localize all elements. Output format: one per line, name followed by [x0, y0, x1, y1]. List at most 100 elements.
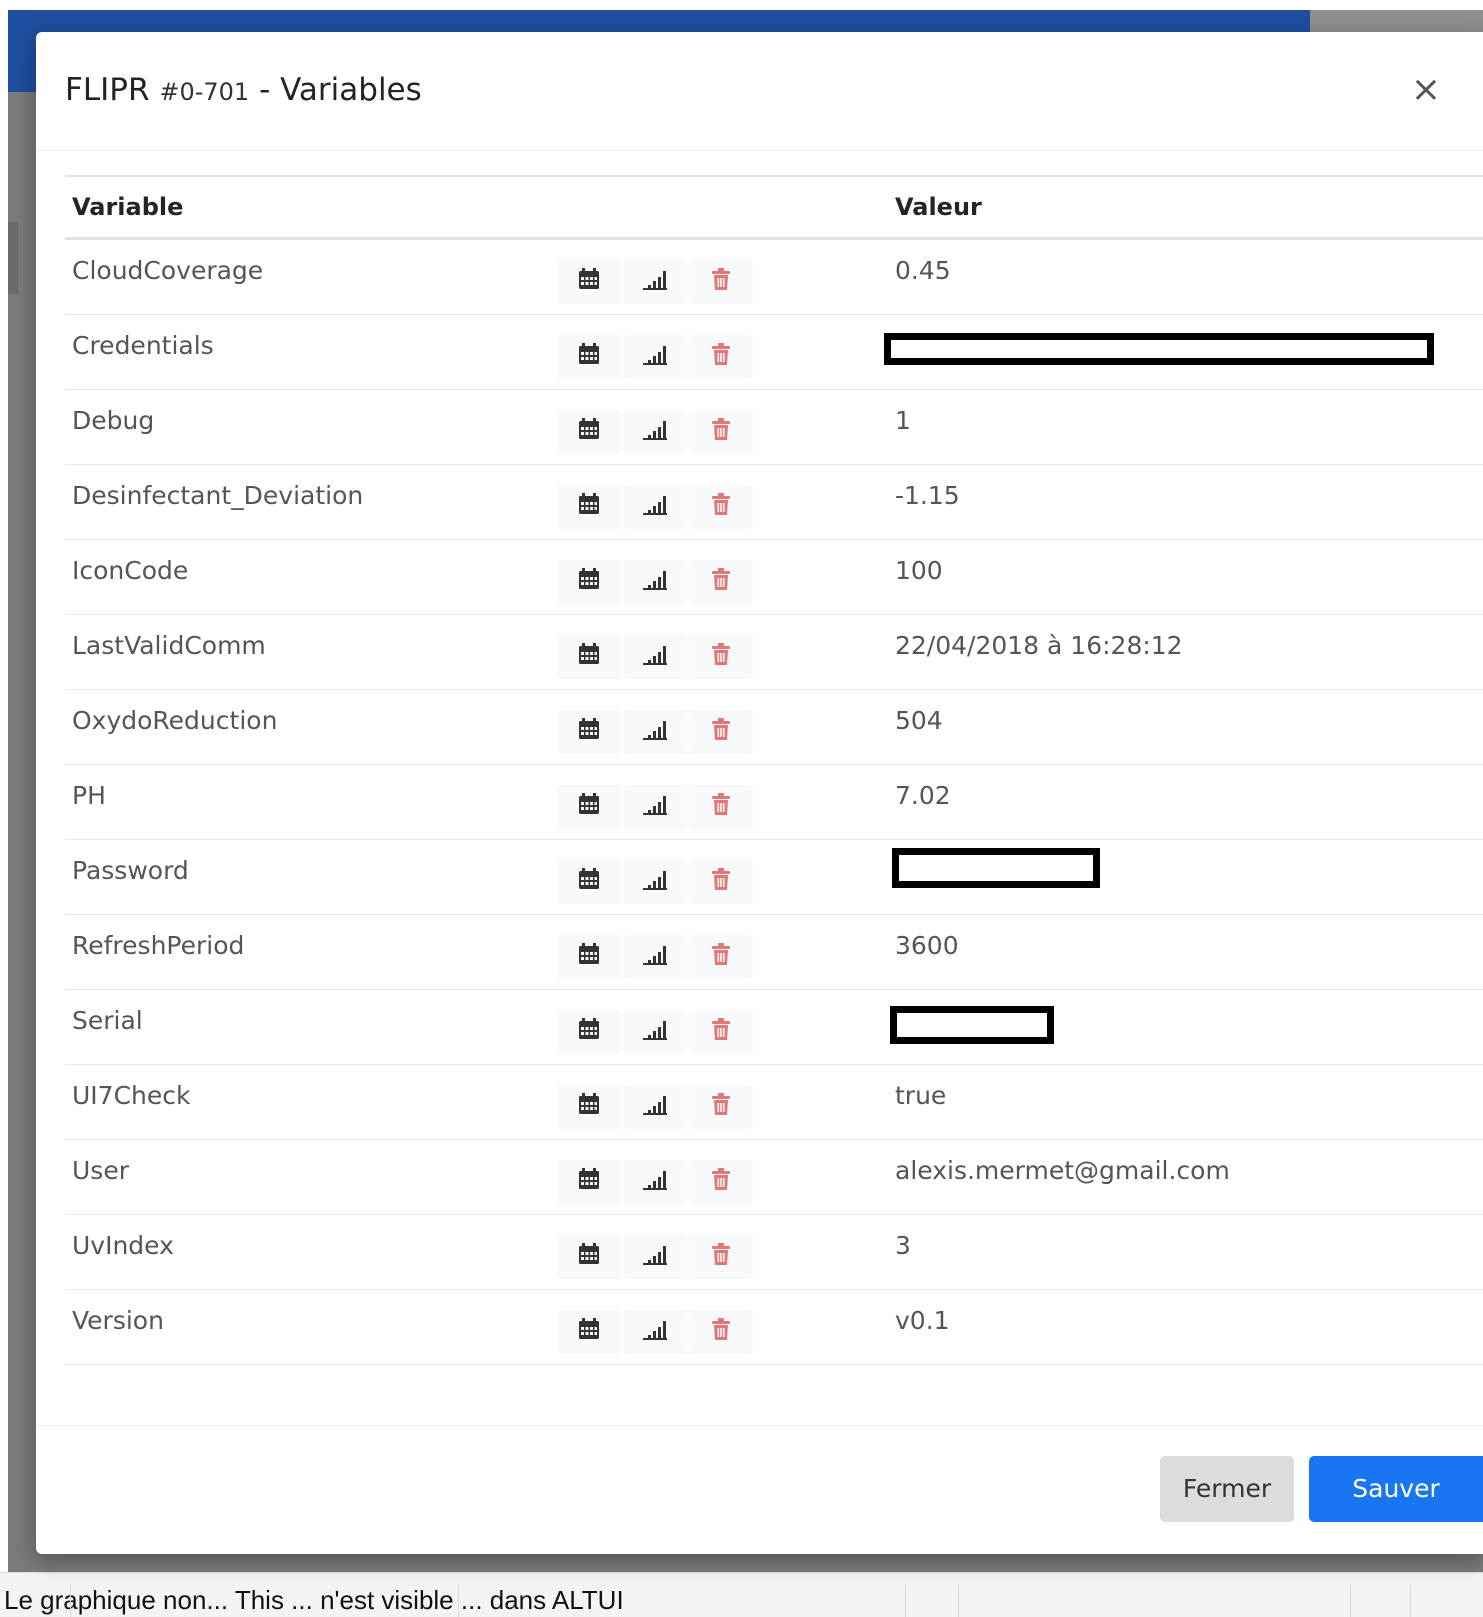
history-button[interactable] — [557, 560, 621, 604]
table-row: LastValidComm 22/04/2018 à 16:28:12 — [65, 614, 1483, 690]
trash-icon — [711, 342, 731, 372]
header-actions — [552, 175, 888, 240]
graph-button[interactable] — [623, 260, 687, 304]
graph-button[interactable] — [623, 860, 687, 904]
chart-icon — [642, 643, 668, 672]
variable-name: Version — [72, 1306, 164, 1335]
chart-icon — [642, 868, 668, 897]
history-button[interactable] — [557, 260, 621, 304]
graph-button[interactable] — [623, 410, 687, 454]
delete-button[interactable] — [689, 560, 753, 604]
row-actions — [557, 840, 888, 904]
variable-name: PH — [72, 781, 106, 810]
graph-button[interactable] — [623, 710, 687, 754]
table-row: UvIndex 3 — [65, 1214, 1483, 1290]
variable-name-cell: Desinfectant_Deviation — [65, 464, 552, 540]
header-variable: Variable — [65, 175, 552, 240]
history-button[interactable] — [557, 1085, 621, 1129]
chart-icon — [642, 793, 668, 822]
history-button[interactable] — [557, 935, 621, 979]
save-button[interactable]: Sauver — [1309, 1456, 1483, 1522]
graph-button[interactable] — [623, 1235, 687, 1279]
history-button[interactable] — [557, 635, 621, 679]
header-value: Valeur — [888, 175, 1483, 240]
chart-icon — [642, 568, 668, 597]
variable-value: 100 — [895, 556, 943, 585]
delete-button[interactable] — [689, 335, 753, 379]
strip-divider — [1350, 1585, 1351, 1617]
history-button[interactable] — [557, 860, 621, 904]
variable-value: -1.15 — [895, 481, 960, 510]
chart-icon — [642, 1168, 668, 1197]
variable-value-cell: 504 — [888, 689, 1483, 765]
variable-value-cell — [888, 989, 1483, 1065]
graph-button[interactable] — [623, 560, 687, 604]
graph-button[interactable] — [623, 1085, 687, 1129]
variable-name: OxydoReduction — [72, 706, 278, 735]
delete-button[interactable] — [689, 1160, 753, 1204]
calendar-icon — [577, 492, 601, 522]
variable-name: Password — [72, 856, 189, 885]
row-actions-cell — [552, 389, 888, 465]
graph-button[interactable] — [623, 335, 687, 379]
delete-button[interactable] — [689, 935, 753, 979]
graph-button[interactable] — [623, 935, 687, 979]
graph-button[interactable] — [623, 485, 687, 529]
trash-icon — [711, 942, 731, 972]
variable-name-cell: OxydoReduction — [65, 689, 552, 765]
history-button[interactable] — [557, 710, 621, 754]
modal-footer: Fermer Sauver — [36, 1425, 1483, 1555]
history-button[interactable] — [557, 485, 621, 529]
graph-button[interactable] — [623, 785, 687, 829]
trash-icon — [711, 1242, 731, 1272]
calendar-icon — [577, 717, 601, 747]
variable-value: 3600 — [895, 931, 959, 960]
delete-button[interactable] — [689, 1235, 753, 1279]
row-actions — [557, 690, 888, 754]
bottom-info-strip: Le graphique non... This ... n'est visib… — [0, 1572, 1483, 1617]
table-row: PH 7.02 — [65, 764, 1483, 840]
delete-button[interactable] — [689, 260, 753, 304]
history-button[interactable] — [557, 335, 621, 379]
history-button[interactable] — [557, 785, 621, 829]
history-button[interactable] — [557, 1310, 621, 1354]
close-icon[interactable]: × — [1408, 70, 1444, 110]
modal-header: FLIPR #0-701 - Variables × — [36, 32, 1483, 151]
history-button[interactable] — [557, 1160, 621, 1204]
history-button[interactable] — [557, 410, 621, 454]
delete-button[interactable] — [689, 1085, 753, 1129]
trash-icon — [711, 642, 731, 672]
delete-button[interactable] — [689, 410, 753, 454]
delete-button[interactable] — [689, 635, 753, 679]
graph-button[interactable] — [623, 1310, 687, 1354]
delete-button[interactable] — [689, 485, 753, 529]
variable-value-cell — [884, 314, 1483, 390]
table-header-row: Variable Valeur — [65, 175, 1483, 240]
calendar-icon — [577, 867, 601, 897]
delete-button[interactable] — [689, 1310, 753, 1354]
graph-button[interactable] — [623, 1010, 687, 1054]
history-button[interactable] — [557, 1010, 621, 1054]
delete-button[interactable] — [689, 785, 753, 829]
delete-button[interactable] — [689, 860, 753, 904]
variables-modal: FLIPR #0-701 - Variables × Variable Vale… — [36, 32, 1483, 1554]
trash-icon — [711, 1092, 731, 1122]
history-button[interactable] — [557, 1235, 621, 1279]
close-button[interactable]: Fermer — [1160, 1456, 1294, 1522]
chart-icon — [642, 1093, 668, 1122]
delete-button[interactable] — [689, 1010, 753, 1054]
variable-name: UI7Check — [72, 1081, 191, 1110]
graph-button[interactable] — [623, 1160, 687, 1204]
chart-icon — [642, 418, 668, 447]
calendar-icon — [577, 792, 601, 822]
graph-button[interactable] — [623, 635, 687, 679]
variable-name-cell: UvIndex — [65, 1214, 552, 1290]
variable-name: IconCode — [72, 556, 189, 585]
delete-button[interactable] — [689, 710, 753, 754]
variable-value-cell: alexis.mermet@gmail.com — [888, 1139, 1483, 1215]
row-actions-cell — [552, 839, 888, 915]
title-prefix: FLIPR — [65, 72, 150, 108]
row-actions — [557, 315, 888, 379]
row-actions — [557, 615, 888, 679]
chart-icon — [642, 718, 668, 747]
